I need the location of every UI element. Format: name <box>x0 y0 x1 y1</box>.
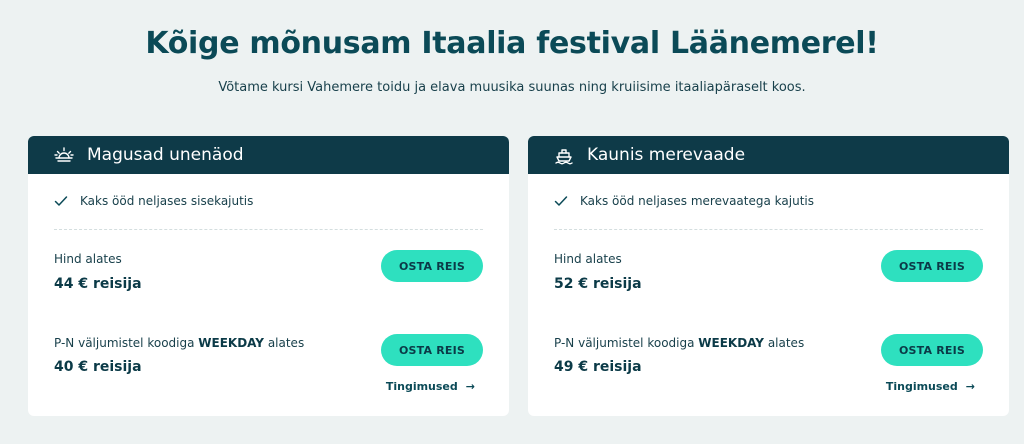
promo-prefix: P-N väljumistel koodiga <box>54 336 199 350</box>
promo-price-value: 40 € reisija <box>54 359 142 375</box>
price-value: 44 € reisija <box>54 276 142 292</box>
offer-card-magusad-unenaod: Magusad unenäod Kaks ööd neljases siseka… <box>28 136 509 416</box>
divider <box>554 229 983 230</box>
feature-item: Kaks ööd neljases sisekajutis <box>54 194 253 208</box>
card-title: Kaunis merevaade <box>587 145 746 165</box>
price-label: Hind alates <box>554 252 622 266</box>
arrow-right-icon: → <box>965 380 975 393</box>
check-icon <box>54 195 68 207</box>
buy-trip-button[interactable]: OSTA REIS <box>881 250 983 282</box>
terms-label: Tingimused <box>385 380 458 393</box>
check-icon <box>554 195 568 207</box>
price-value: 52 € reisija <box>554 276 642 292</box>
price-label: Hind alates <box>54 252 122 266</box>
feature-text: Kaks ööd neljases sisekajutis <box>80 194 254 208</box>
promo-label: P-N väljumistel koodiga WEEKDAY alates <box>554 336 804 350</box>
promo-code: WEEKDAY <box>198 336 264 350</box>
promo-suffix: alates <box>764 336 805 350</box>
terms-link[interactable]: Tingimused → <box>886 380 975 393</box>
promo-label: P-N väljumistel koodiga WEEKDAY alates <box>54 336 304 350</box>
terms-link[interactable]: Tingimused → <box>386 380 475 393</box>
feature-text: Kaks ööd neljases merevaatega kajutis <box>580 194 814 208</box>
hero-subtitle: Võtame kursi Vahemere toidu ja elava muu… <box>218 80 806 95</box>
buy-trip-promo-button[interactable]: OSTA REIS <box>381 334 483 366</box>
promo-code: WEEKDAY <box>698 336 764 350</box>
buy-trip-button[interactable]: OSTA REIS <box>381 250 483 282</box>
promo-prefix: P-N väljumistel koodiga <box>554 336 699 350</box>
card-header: Magusad unenäod <box>28 136 509 174</box>
hero-title: Kõige mõnusam Itaalia festival Läänemere… <box>145 26 879 61</box>
divider <box>54 229 483 230</box>
arrow-right-icon: → <box>465 380 475 393</box>
promo-suffix: alates <box>264 336 305 350</box>
terms-label: Tingimused <box>885 380 958 393</box>
ship-icon <box>554 145 574 165</box>
promo-price-value: 49 € reisija <box>554 359 642 375</box>
sunrise-icon <box>54 145 74 165</box>
feature-item: Kaks ööd neljases merevaatega kajutis <box>554 194 814 208</box>
card-title: Magusad unenäod <box>87 145 244 165</box>
offer-card-kaunis-merevaade: Kaunis merevaade Kaks ööd neljases merev… <box>528 136 1009 416</box>
buy-trip-promo-button[interactable]: OSTA REIS <box>881 334 983 366</box>
card-header: Kaunis merevaade <box>528 136 1009 174</box>
